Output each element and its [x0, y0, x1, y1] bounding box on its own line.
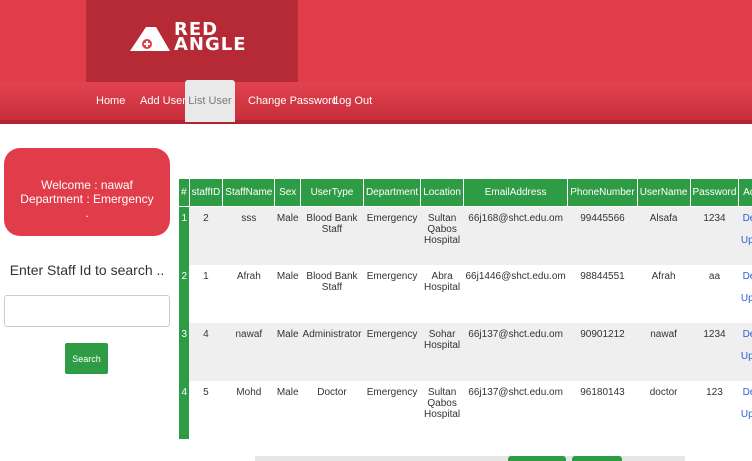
table-header-row: # staffID StaffName Sex UserType Departm… [178, 178, 752, 207]
cell-phone: 90901212 [567, 322, 638, 381]
cell-action: Delete | Update [738, 322, 752, 381]
update-link[interactable]: Update [741, 409, 752, 420]
cell-username: Alsafa [637, 206, 690, 265]
brand-logo-text: RED ANGLE [174, 19, 247, 55]
pager-button[interactable] [572, 456, 622, 461]
nav-list-user[interactable]: List User [185, 80, 235, 122]
cell-location: Sohar Hospital [420, 322, 464, 381]
cell-staff-id: 4 [189, 322, 223, 381]
cell-username: doctor [637, 380, 690, 439]
welcome-card: Welcome : nawaf Department : Emergency . [4, 148, 170, 236]
cell-username: nawaf [637, 322, 690, 381]
cell-email: 66j137@shct.edu.om [463, 380, 568, 439]
delete-link[interactable]: Delete [743, 329, 752, 340]
table-row: 4 5 Mohd Male Doctor Emergency Sultan Qa… [178, 380, 752, 439]
cell-username: Afrah [637, 264, 690, 323]
col-header-phone: PhoneNumber [567, 178, 638, 207]
cell-sex: Male [274, 264, 301, 323]
cell-department: Emergency [363, 322, 421, 381]
col-header-department: Department [362, 178, 422, 207]
update-link[interactable]: Update [741, 293, 752, 304]
row-number: 3 [178, 322, 190, 381]
cell-staff-id: 2 [189, 206, 223, 265]
main-navbar: Home Add User List User Change Password … [0, 80, 752, 124]
cell-user-type: Administrator [300, 322, 364, 381]
cell-staff-name: sss [222, 206, 275, 265]
table-row: 2 1 Afrah Male Blood Bank Staff Emergenc… [178, 264, 752, 323]
welcome-dot: . [85, 206, 89, 220]
cell-department: Emergency [363, 264, 421, 323]
cell-email: 66j1446@shct.edu.om [463, 264, 568, 323]
table-row: 3 4 nawaf Male Administrator Emergency S… [178, 322, 752, 381]
cell-sex: Male [274, 380, 301, 439]
cell-department: Emergency [363, 206, 421, 265]
cell-location: Sultan Qabos Hospital [420, 206, 464, 265]
cell-password: 1234 [690, 206, 739, 265]
row-number: 2 [178, 264, 190, 323]
nav-change-password[interactable]: Change Password [248, 82, 338, 120]
col-header-num: # [178, 178, 190, 207]
update-link[interactable]: Update [741, 351, 752, 362]
cell-email: 66j168@shct.edu.om [463, 206, 568, 265]
cell-phone: 99445566 [567, 206, 638, 265]
cell-password: aa [690, 264, 739, 323]
col-header-user-type: UserType [300, 178, 364, 207]
search-label: Enter Staff Id to search .. [9, 262, 165, 278]
cell-staff-id: 1 [189, 264, 223, 323]
pager-button[interactable] [508, 456, 566, 461]
cell-staff-name: Mohd [222, 380, 275, 439]
row-number: 1 [178, 206, 190, 265]
cell-department: Emergency [363, 380, 421, 439]
delete-link[interactable]: Delete [743, 387, 752, 398]
cell-email: 66j137@shct.edu.om [463, 322, 568, 381]
cell-sex: Male [274, 322, 301, 381]
nav-log-out[interactable]: Log Out [333, 82, 372, 120]
col-header-password: Password [689, 178, 740, 207]
department-text: Department : Emergency [20, 192, 154, 206]
staff-table: # staffID StaffName Sex UserType Departm… [178, 178, 752, 439]
col-header-sex: Sex [274, 178, 302, 207]
cell-staff-name: Afrah [222, 264, 275, 323]
search-button[interactable]: Search [65, 343, 108, 374]
delete-link[interactable]: Delete [743, 213, 752, 224]
cell-action: Delete | Update [738, 264, 752, 323]
delete-link[interactable]: Delete [743, 271, 752, 282]
cell-action: Delete | Update [738, 380, 752, 439]
col-header-staff-name: StaffName [222, 178, 276, 207]
cell-user-type: Blood Bank Staff [300, 206, 364, 265]
col-header-location: Location [420, 178, 464, 207]
red-angle-logo-icon [130, 27, 170, 51]
cell-sex: Male [274, 206, 301, 265]
cell-user-type: Blood Bank Staff [300, 264, 364, 323]
cell-location: Abra Hospital [420, 264, 464, 323]
cell-staff-id: 5 [189, 380, 223, 439]
cell-staff-name: nawaf [222, 322, 275, 381]
staff-id-search-input[interactable] [4, 295, 170, 327]
col-header-staff-id: staffID [188, 178, 224, 207]
col-header-username: UserName [636, 178, 691, 207]
table-row: 1 2 sss Male Blood Bank Staff Emergency … [178, 206, 752, 265]
row-number: 4 [178, 380, 190, 439]
update-link[interactable]: Update [741, 235, 752, 246]
welcome-text: Welcome : nawaf [41, 178, 133, 192]
cell-password: 123 [690, 380, 739, 439]
nav-add-user[interactable]: Add User [140, 82, 186, 120]
cell-action: Delete | Update [738, 206, 752, 265]
cell-phone: 98844551 [567, 264, 638, 323]
cell-user-type: Doctor [300, 380, 364, 439]
col-header-email: EmailAddress [462, 178, 569, 207]
cell-phone: 96180143 [567, 380, 638, 439]
cell-location: Sultan Qabos Hospital [420, 380, 464, 439]
nav-home[interactable]: Home [96, 82, 125, 120]
cell-password: 1234 [690, 322, 739, 381]
col-header-action: Action [738, 178, 752, 207]
